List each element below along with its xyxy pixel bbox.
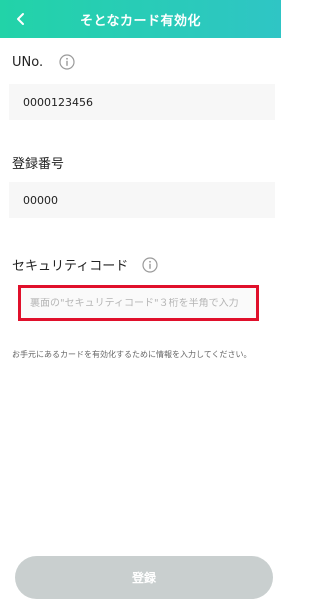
- security-code-field[interactable]: [18, 285, 259, 321]
- security-label: セキュリティコード: [12, 259, 129, 274]
- info-icon[interactable]: [59, 54, 75, 70]
- instruction-note: お手元にあるカードを有効化するために情報を入力してください。: [12, 350, 252, 359]
- uno-label-row: UNo.: [12, 54, 75, 70]
- registration-label: 登録番号: [12, 157, 65, 172]
- back-button[interactable]: [9, 7, 33, 31]
- uno-label: UNo.: [12, 54, 44, 70]
- uno-value: 0000123456: [23, 95, 93, 109]
- page-title: そとなカード有効化: [79, 13, 202, 29]
- info-icon[interactable]: [142, 256, 158, 273]
- security-code-input[interactable]: [30, 297, 256, 309]
- registration-value: 00000: [23, 193, 58, 207]
- uno-field[interactable]: 0000123456: [9, 84, 275, 120]
- registration-field[interactable]: 00000: [9, 182, 275, 218]
- register-button[interactable]: 登録: [15, 556, 273, 599]
- registration-label-row: 登録番号: [12, 153, 64, 172]
- chevron-left-icon: [17, 13, 24, 25]
- app-header: そとなカード有効化: [0, 0, 281, 38]
- security-label-row: セキュリティコード: [12, 255, 158, 274]
